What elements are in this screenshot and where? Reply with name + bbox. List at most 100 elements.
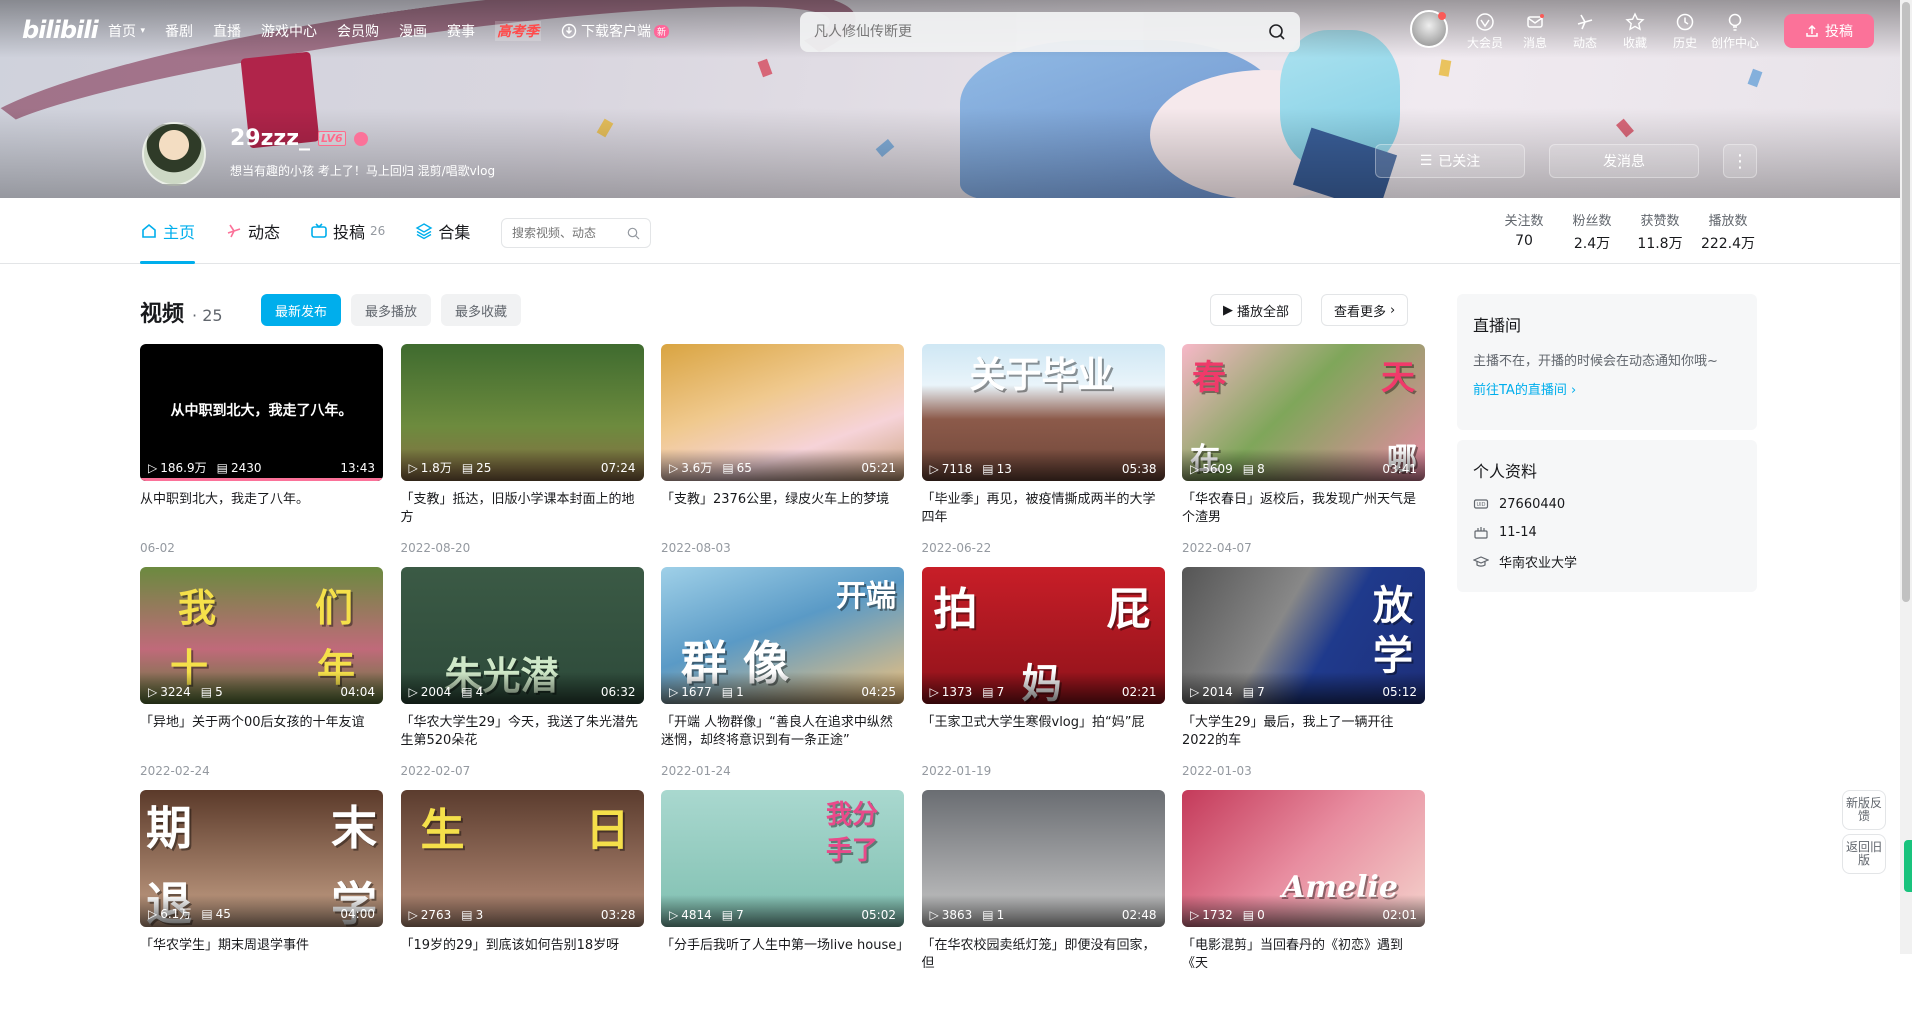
- video-title[interactable]: 从中职到北大，我走了八年。: [140, 491, 383, 527]
- video-card[interactable]: 从中职到北大，我走了八年。 ▷ 186.9万 ▤ 2430 13:43 从中职到北大，我走了…: [140, 344, 383, 567]
- video-title[interactable]: 「异地」关于两个00后女孩的十年友谊: [140, 714, 383, 750]
- play-count-icon: ▷: [148, 906, 158, 921]
- tab-search-input[interactable]: [512, 226, 622, 240]
- video-thumbnail[interactable]: ▷ 1.8万 ▤ 25 07:24: [400, 344, 644, 481]
- video-card[interactable]: 放学 ▷ 2014 ▤ 7 05:12 「大学生29」最后，我上了一辆开往2022的车 202…: [1182, 567, 1425, 790]
- tab-uploads[interactable]: 投稿 26: [310, 198, 385, 264]
- play-count-icon: ▷: [1190, 685, 1200, 699]
- vip-icon: [1476, 13, 1494, 31]
- user-avatar[interactable]: [142, 122, 206, 186]
- more-options-button[interactable]: ⋮: [1723, 144, 1757, 178]
- video-title[interactable]: 「支教」2376公里，绿皮火车上的梦境: [661, 491, 904, 527]
- video-card[interactable]: 关于毕业 ▷ 7118 ▤ 13 05:38 「毕业季」再见，被疫情撕成两半的大学四年 202…: [921, 344, 1165, 567]
- video-title[interactable]: 「开端 人物群像」“善良人在追求中纵然迷惘，却终将意识到有一条正途”: [661, 714, 904, 750]
- nav-download[interactable]: 下载客户端新: [561, 21, 669, 41]
- nav-home[interactable]: 首页 ▾: [108, 21, 145, 41]
- tab-dynamics[interactable]: 动态: [225, 198, 280, 264]
- my-avatar[interactable]: [1410, 10, 1448, 48]
- stat-followers[interactable]: 粉丝数 2.4万: [1558, 210, 1626, 253]
- upload-button[interactable]: 投稿: [1784, 14, 1874, 48]
- go-live-room-link[interactable]: 前往TA的直播间 ›: [1473, 379, 1741, 398]
- video-title[interactable]: 「华农春日」返校后，我发现广州天气是个渣男: [1182, 491, 1425, 527]
- video-title[interactable]: 「支教」抵达，旧版小学课本封面上的地方: [401, 491, 644, 527]
- video-card[interactable]: 期末退学▷6.1万▤4504:00 「华农学生」期末周退学事件: [140, 790, 383, 1013]
- video-title[interactable]: 「在华农校园卖纸灯笼」即便没有回家，但: [922, 937, 1165, 973]
- video-thumbnail[interactable]: 我分 手了 ▷ 4814 ▤ 7 05:02: [661, 790, 904, 927]
- video-thumbnail[interactable]: 期末退学▷6.1万▤4504:00: [140, 790, 383, 927]
- back-to-old-version-button[interactable]: 返回旧版: [1842, 834, 1886, 874]
- video-card[interactable]: ▷ 3863 ▤ 1 02:48 「在华农校园卖纸灯笼」即便没有回家，但: [921, 790, 1165, 1013]
- video-title[interactable]: 「华农学生」期末周退学事件: [140, 937, 383, 973]
- sort-most-favorited[interactable]: 最多收藏: [441, 294, 522, 326]
- play-count: ▷ 1677: [669, 685, 712, 699]
- video-duration: 04:00: [340, 906, 375, 921]
- tab-collections[interactable]: 合集: [415, 198, 470, 264]
- video-card[interactable]: 生 日 ▷ 2763 ▤ 3 03:28 「19岁的29」到底该如何告别18岁呀: [400, 790, 644, 1013]
- video-card[interactable]: 开端群 像 ▷ 1677 ▤ 1 04:25 「开端 人物群像」“善良人在追求中纵然迷惘，却…: [661, 567, 904, 790]
- send-message-button[interactable]: 发消息: [1549, 144, 1699, 178]
- scrollbar[interactable]: [1900, 0, 1912, 954]
- see-more-button[interactable]: 查看更多 ›: [1321, 294, 1409, 326]
- nav-creator-center[interactable]: 创作中心: [1710, 12, 1760, 51]
- video-thumbnail[interactable]: 春天在哪▷5609▤803:41: [1182, 344, 1425, 481]
- nav-history[interactable]: 历史: [1660, 12, 1710, 51]
- video-thumbnail[interactable]: 拍屁妈▷1373▤702:21: [921, 567, 1165, 704]
- video-card[interactable]: Amelie ▷ 1732 ▤ 0 02:01 「电影混剪」当回春丹的《初恋》遇到《天: [1182, 790, 1425, 1013]
- nav-esports[interactable]: 赛事: [447, 21, 475, 41]
- side-tab[interactable]: [1904, 840, 1912, 892]
- video-thumbnail[interactable]: ▷ 3863 ▤ 1 02:48: [921, 790, 1165, 927]
- clock-icon: [1676, 13, 1694, 31]
- followed-button[interactable]: ☰ 已关注: [1375, 144, 1525, 178]
- nav-manga[interactable]: 漫画: [399, 21, 427, 41]
- search-icon[interactable]: [627, 227, 640, 240]
- search-icon[interactable]: [1268, 23, 1286, 41]
- nav-shop[interactable]: 会员购: [337, 21, 379, 41]
- video-thumbnail[interactable]: 放学 ▷ 2014 ▤ 7 05:12: [1182, 567, 1425, 704]
- tab-home[interactable]: 主页: [140, 198, 196, 264]
- bilibili-logo[interactable]: bilibili: [22, 16, 99, 44]
- video-card[interactable]: 春天在哪▷5609▤803:41「华农春日」返校后，我发现广州天气是个渣男202…: [1182, 344, 1425, 567]
- thumbnail-caption: 们: [314, 586, 353, 630]
- play-count-icon: ▷: [408, 908, 418, 922]
- play-all-button[interactable]: ▶ 播放全部: [1210, 294, 1303, 326]
- video-title[interactable]: 「王家卫式大学生寒假vlog」拍“妈”屁: [922, 714, 1165, 750]
- video-thumbnail[interactable]: 开端群 像 ▷ 1677 ▤ 1 04:25: [661, 567, 904, 704]
- video-thumbnail[interactable]: ▷ 3.6万 ▤ 65 05:21: [661, 344, 904, 481]
- video-thumbnail[interactable]: 生 日 ▷ 2763 ▤ 3 03:28: [400, 790, 644, 927]
- nav-gaokao[interactable]: 高考季: [494, 21, 541, 41]
- stat-following[interactable]: 关注数 70: [1490, 210, 1558, 253]
- sort-most-played[interactable]: 最多播放: [351, 294, 432, 326]
- video-title[interactable]: 「电影混剪」当回春丹的《初恋》遇到《天: [1182, 937, 1425, 973]
- video-thumbnail[interactable]: 朱光潜▷2004▤406:32: [400, 567, 644, 704]
- nav-messages[interactable]: 消息: [1510, 12, 1560, 51]
- nav-favorites[interactable]: 收藏: [1610, 12, 1660, 51]
- nav-dynamics[interactable]: 动态: [1560, 12, 1610, 51]
- right-nav: 大会员 消息 动态 收藏 历史 创作中心: [1460, 12, 1760, 51]
- upload-icon: [1806, 24, 1818, 37]
- svg-text:UID: UID: [1477, 502, 1486, 508]
- video-thumbnail[interactable]: 我们十年 ▷ 3224 ▤ 5 04:04: [140, 567, 383, 704]
- video-card[interactable]: ▷ 1.8万 ▤ 25 07:24 「支教」抵达，旧版小学课本封面上的地方 2022-08-…: [400, 344, 644, 567]
- video-card[interactable]: 我分 手了 ▷ 4814 ▤ 7 05:02 「分手后我听了人生中第一场live house」: [661, 790, 904, 1013]
- video-card[interactable]: 我们十年 ▷ 3224 ▤ 5 04:04 「异地」关于两个00后女孩的十年友谊 2022-0…: [140, 567, 383, 790]
- video-title[interactable]: 「大学生29」最后，我上了一辆开往2022的车: [1182, 714, 1425, 750]
- video-title[interactable]: 「19岁的29」到底该如何告别18岁呀: [401, 937, 644, 973]
- video-card[interactable]: 拍屁妈▷1373▤702:21「王家卫式大学生寒假vlog」拍“妈”屁2022-…: [921, 567, 1165, 790]
- video-card[interactable]: 朱光潜▷2004▤406:32 「华农大学生29」今天，我送了朱光潜先生第520朵…: [400, 567, 644, 790]
- video-card[interactable]: ▷ 3.6万 ▤ 65 05:21 「支教」2376公里，绿皮火车上的梦境 2022-08-…: [661, 344, 904, 567]
- new-version-feedback-button[interactable]: 新版反馈: [1842, 790, 1886, 830]
- video-thumbnail[interactable]: Amelie ▷ 1732 ▤ 0 02:01: [1182, 790, 1425, 927]
- search-input[interactable]: [814, 24, 1268, 40]
- nav-game-center[interactable]: 游戏中心: [261, 21, 317, 41]
- video-thumbnail[interactable]: 关于毕业 ▷ 7118 ▤ 13 05:38: [921, 344, 1165, 481]
- nav-vip[interactable]: 大会员: [1460, 12, 1510, 51]
- thumbnail-caption: 我: [178, 586, 217, 630]
- video-title[interactable]: 「分手后我听了人生中第一场live house」: [661, 937, 904, 973]
- video-thumbnail[interactable]: 从中职到北大，我走了八年。 ▷ 186.9万 ▤ 2430 13:43: [140, 344, 383, 481]
- video-title[interactable]: 「华农大学生29」今天，我送了朱光潜先生第520朵花: [401, 714, 644, 750]
- sort-latest[interactable]: 最新发布: [261, 294, 342, 326]
- danmaku-icon: ▤: [461, 685, 473, 699]
- nav-live[interactable]: 直播: [213, 21, 241, 41]
- video-title[interactable]: 「毕业季」再见，被疫情撕成两半的大学四年: [922, 491, 1165, 527]
- nav-anime[interactable]: 番剧: [165, 21, 193, 41]
